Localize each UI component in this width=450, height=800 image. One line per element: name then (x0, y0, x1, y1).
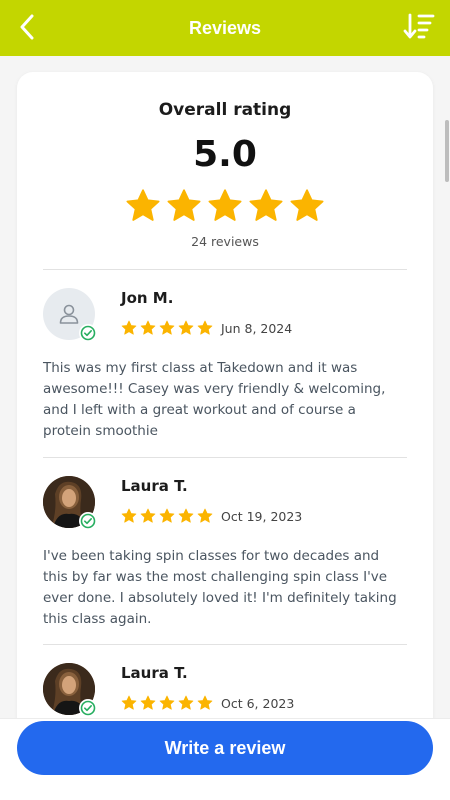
reviews-scroll-area[interactable]: Overall rating 5.0 24 reviews Jon M. Jun… (0, 56, 450, 718)
review-date: Oct 19, 2023 (221, 509, 303, 524)
star-icon (290, 189, 324, 221)
user-placeholder-icon (59, 304, 79, 324)
review-text: I've been taking spin classes for two de… (43, 548, 397, 627)
scrollbar[interactable] (445, 120, 449, 182)
verified-check-icon (80, 325, 96, 341)
star-icon (178, 508, 194, 523)
app-header: Reviews (0, 0, 450, 56)
write-review-button[interactable]: Write a review (17, 721, 433, 775)
review-date: Jun 8, 2024 (221, 321, 293, 336)
reviewer-name: Laura T. (121, 477, 188, 495)
star-icon (140, 695, 156, 710)
star-icon (140, 508, 156, 523)
avatar (43, 663, 97, 717)
page-title: Reviews (188, 17, 262, 38)
avatar (43, 476, 97, 530)
star-icon (159, 320, 175, 335)
review-stars (121, 508, 213, 524)
reviewer-name: Laura T. (121, 664, 188, 682)
chevron-left-icon (20, 14, 34, 40)
star-icon (159, 695, 175, 710)
sort-button[interactable] (402, 9, 436, 43)
star-icon (197, 320, 213, 335)
overall-rating-value: 5.0 (193, 134, 257, 175)
star-icon (121, 320, 137, 335)
review-stars (121, 695, 213, 711)
overall-rating-title: Overall rating (158, 100, 292, 120)
avatar (43, 288, 97, 342)
star-icon (121, 508, 137, 523)
reviewer-name: Jon M. (121, 289, 174, 307)
back-button[interactable] (12, 10, 42, 44)
divider (43, 644, 407, 645)
star-icon (167, 189, 201, 221)
verified-badge (79, 699, 97, 717)
star-icon (178, 695, 194, 710)
review-count: 24 reviews (191, 234, 259, 249)
star-icon (121, 695, 137, 710)
star-icon (249, 189, 283, 221)
review-item: Laura T. Oct 6, 2023 (43, 663, 409, 718)
star-icon (159, 508, 175, 523)
verified-check-icon (80, 513, 96, 529)
divider (43, 457, 407, 458)
review-date: Oct 6, 2023 (221, 696, 295, 711)
reviews-card: Overall rating 5.0 24 reviews Jon M. Jun… (17, 72, 433, 718)
review-stars (121, 320, 213, 336)
overall-stars (17, 188, 433, 224)
star-icon (178, 320, 194, 335)
review-item: Jon M. Jun 8, 2024 This was my first cla… (43, 288, 409, 448)
star-icon (140, 320, 156, 335)
divider (43, 269, 407, 270)
verified-badge (79, 324, 97, 342)
review-text: This was my first class at Takedown and … (43, 360, 386, 439)
star-icon (197, 508, 213, 523)
star-icon (126, 189, 160, 221)
verified-check-icon (80, 700, 96, 716)
star-icon (197, 695, 213, 710)
verified-badge (79, 512, 97, 530)
star-icon (208, 189, 242, 221)
review-item: Laura T. Oct 19, 2023 I've been taking s… (43, 476, 409, 636)
sort-descending-icon (403, 13, 435, 39)
bottom-bar: Write a review (0, 718, 450, 800)
